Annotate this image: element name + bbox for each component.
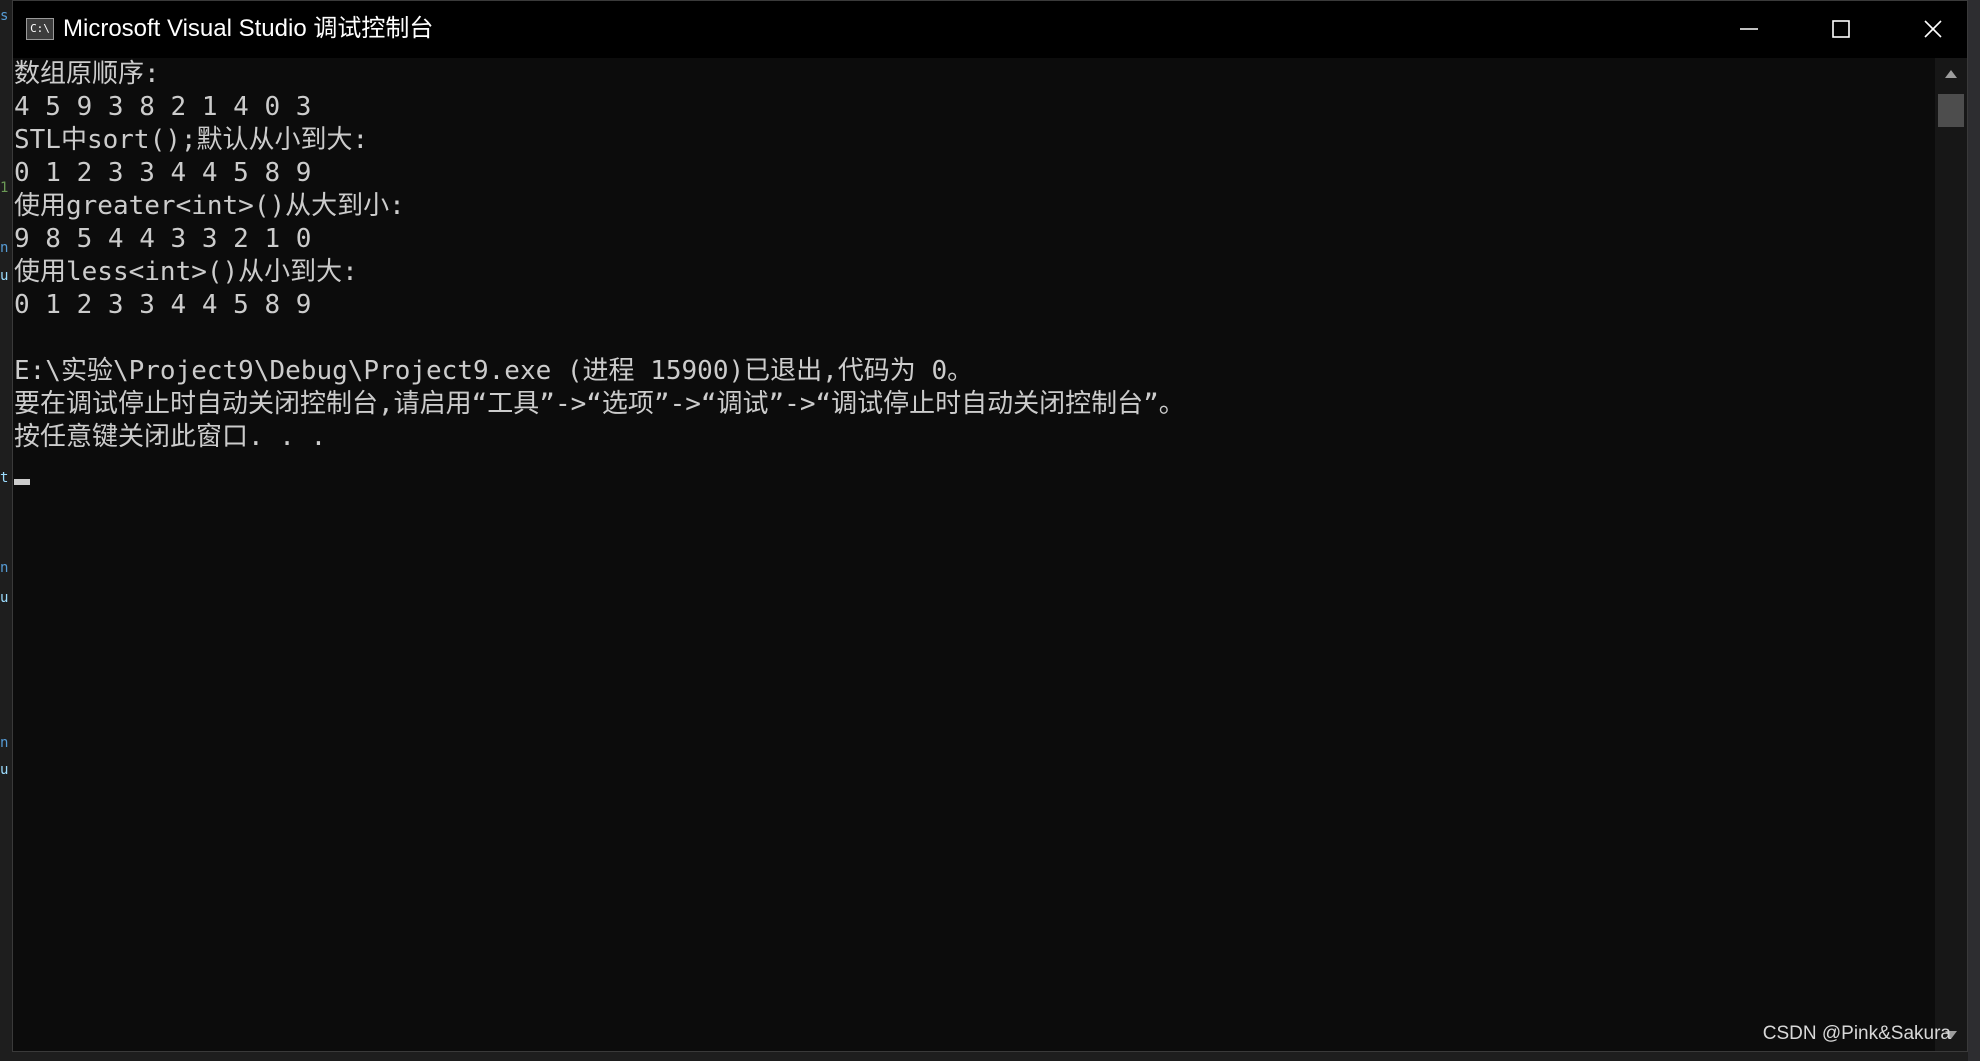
close-button[interactable] [1887,1,1979,58]
console-output[interactable]: 数组原顺序: 4 5 9 3 8 2 1 4 0 3 STL中sort();默认… [13,58,1935,1051]
watermark-text: CSDN @Pink&Sakura [1762,1023,1951,1044]
close-icon [1924,20,1942,38]
console-line: 使用greater<int>()从大到小: [14,191,405,221]
console-line: 按任意键关闭此窗口. . . [14,422,327,452]
window-title: Microsoft Visual Studio 调试控制台 [63,15,434,42]
debug-console-window: C:\ Microsoft Visual Studio 调试控制台 数组原顺序:… [12,0,1968,1052]
vertical-scrollbar[interactable] [1935,58,1967,1051]
text-cursor [14,479,30,485]
console-line: 0 1 2 3 3 4 4 5 8 9 [14,158,312,188]
scroll-up-arrow-icon[interactable] [1935,62,1967,86]
console-line: 使用less<int>()从小到大: [14,257,358,287]
console-lines: 数组原顺序: 4 5 9 3 8 2 1 4 0 3 STL中sort();默认… [14,58,1185,454]
console-line: 0 1 2 3 3 4 4 5 8 9 [14,290,312,320]
console-line: 数组原顺序: [14,59,160,89]
maximize-button[interactable] [1795,1,1887,58]
console-line: 9 8 5 4 4 3 3 2 1 0 [14,224,312,254]
background-ide-strip [1968,0,1980,1061]
console-app-icon: C:\ [26,18,54,40]
minimize-button[interactable] [1703,1,1795,58]
scroll-thumb[interactable] [1938,94,1964,127]
console-line: E:\实验\Project9\Debug\Project9.exe (进程 15… [14,356,974,386]
maximize-icon [1832,20,1850,38]
console-line: 4 5 9 3 8 2 1 4 0 3 [14,92,312,122]
console-line: 要在调试停止时自动关闭控制台,请启用“工具”->“选项”->“调试”->“调试停… [14,389,1185,419]
minimize-icon [1740,28,1758,30]
title-bar[interactable]: C:\ Microsoft Visual Studio 调试控制台 [13,1,1967,58]
console-line: STL中sort();默认从小到大: [14,125,369,155]
